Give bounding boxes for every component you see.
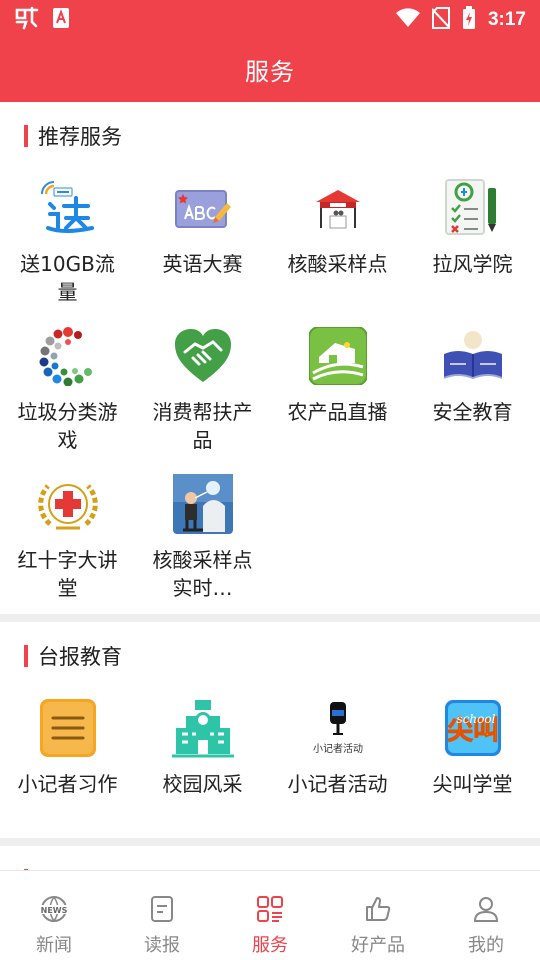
service-label: 安全教育 [432,400,513,424]
service-label: 小记者习作 [17,772,118,796]
thumbs-up-icon [364,895,392,927]
service-tile-campus-style[interactable]: 校园风采 [135,690,270,838]
abc-board-icon [171,176,235,240]
education-services-grid: 小记者习作 校园风采 小记者活动 小记者活动 尖叫 school 尖叫学堂 [0,690,540,838]
service-label: 英语大赛 [162,252,243,276]
person-icon [472,895,500,927]
service-tile-scream-school[interactable]: 尖叫 school 尖叫学堂 [405,690,540,838]
battery-charging-icon [462,6,476,34]
nav-label: 读报 [144,935,180,956]
section-title: 台报教育 [38,645,122,669]
red-cross-icon [36,472,100,536]
service-tile-consumption-aid[interactable]: 消费帮扶产品 [135,318,270,466]
microphone-caption: 小记者活动 [313,743,363,755]
section-title: 推荐服务 [38,125,122,149]
badge-subtext: school [456,712,495,726]
wifi-icon [395,8,420,32]
school-building-icon [171,696,235,760]
service-label: 送10GB流量 [20,252,115,304]
news-globe-icon: NEWS [40,895,68,927]
service-label: 拉风学院 [432,252,513,276]
service-tile-lafeng-academy[interactable]: 拉风学院 [405,170,540,318]
grid-icon [256,895,284,927]
app-bar: 服务 [0,36,540,102]
nav-item-good-products[interactable]: 好产品 [324,871,432,960]
recommended-services-grid: 送10GB流量 英语大赛 核酸采样点 拉风学院 垃圾分类游戏 消费帮扶产品 农产… [0,170,540,614]
bottom-nav: NEWS 新闻 读报 服务 好产品 我的 [0,870,540,960]
section-header-education: 台报教育 [0,622,540,690]
dots-c-icon [36,324,100,388]
services-content[interactable]: 推荐服务 送10GB流量 英语大赛 核酸采样点 拉风学院 垃圾分类游戏 消费帮扶… [0,102,540,870]
school-badge-icon: 尖叫 school [441,696,505,760]
service-label: 核酸采样点实时… [152,548,253,600]
nav-label: 新闻 [36,935,72,956]
service-label: 消费帮扶产品 [152,400,253,452]
app-notification-icon [14,6,40,34]
status-time: 3:17 [487,9,526,30]
service-tile-red-cross[interactable]: 红十字大讲堂 [0,466,135,614]
nav-item-mine[interactable]: 我的 [432,871,540,960]
nav-item-news[interactable]: NEWS 新闻 [0,871,108,960]
section-accent-bar [24,125,28,147]
service-label: 垃圾分类游戏 [17,400,118,452]
section-header-activity: 活动 [0,846,540,870]
service-tile-english-contest[interactable]: 英语大赛 [135,170,270,318]
news-badge: NEWS [41,906,68,915]
service-tile-reporter-activity[interactable]: 小记者活动 小记者活动 [270,690,405,838]
service-tile-safety-education[interactable]: 安全教育 [405,318,540,466]
service-label: 尖叫学堂 [432,772,513,796]
service-tile-traffic[interactable]: 送10GB流量 [0,170,135,318]
service-tile-farm-live[interactable]: 农产品直播 [270,318,405,466]
nav-item-services[interactable]: 服务 [216,871,324,960]
service-label: 校园风采 [162,772,243,796]
status-bar: 3:17 [0,0,540,36]
service-tile-garbage-sorting[interactable]: 垃圾分类游戏 [0,318,135,466]
service-label: 红十字大讲堂 [17,548,118,600]
service-tile-nucleic-sites[interactable]: 核酸采样点 [270,170,405,318]
gift-10gb-icon [36,176,100,240]
testing-tent-icon [306,176,370,240]
service-label: 核酸采样点 [287,252,388,276]
nav-label: 我的 [468,935,504,956]
service-tile-reporter-writing[interactable]: 小记者习作 [0,690,135,838]
nav-item-read-paper[interactable]: 读报 [108,871,216,960]
book-icon [441,324,505,388]
page-title: 服务 [245,57,295,86]
section-header-recommended: 推荐服务 [0,102,540,170]
heart-handshake-icon [171,324,235,388]
nav-label: 服务 [252,935,288,956]
swab-test-icon [171,472,235,536]
notebook-icon [36,696,100,760]
section-divider [0,838,540,846]
microphone-icon: 小记者活动 [306,696,370,760]
checklist-icon [441,176,505,240]
pdf-notification-icon [52,7,70,33]
document-icon [149,895,175,927]
service-label: 农产品直播 [287,400,388,424]
farm-house-icon [306,324,370,388]
nav-label: 好产品 [351,935,405,956]
section-accent-bar [24,645,28,667]
section-divider [0,614,540,622]
no-sim-icon [431,7,451,33]
service-tile-nucleic-realtime[interactable]: 核酸采样点实时… [135,466,270,614]
service-label: 小记者活动 [287,772,388,796]
